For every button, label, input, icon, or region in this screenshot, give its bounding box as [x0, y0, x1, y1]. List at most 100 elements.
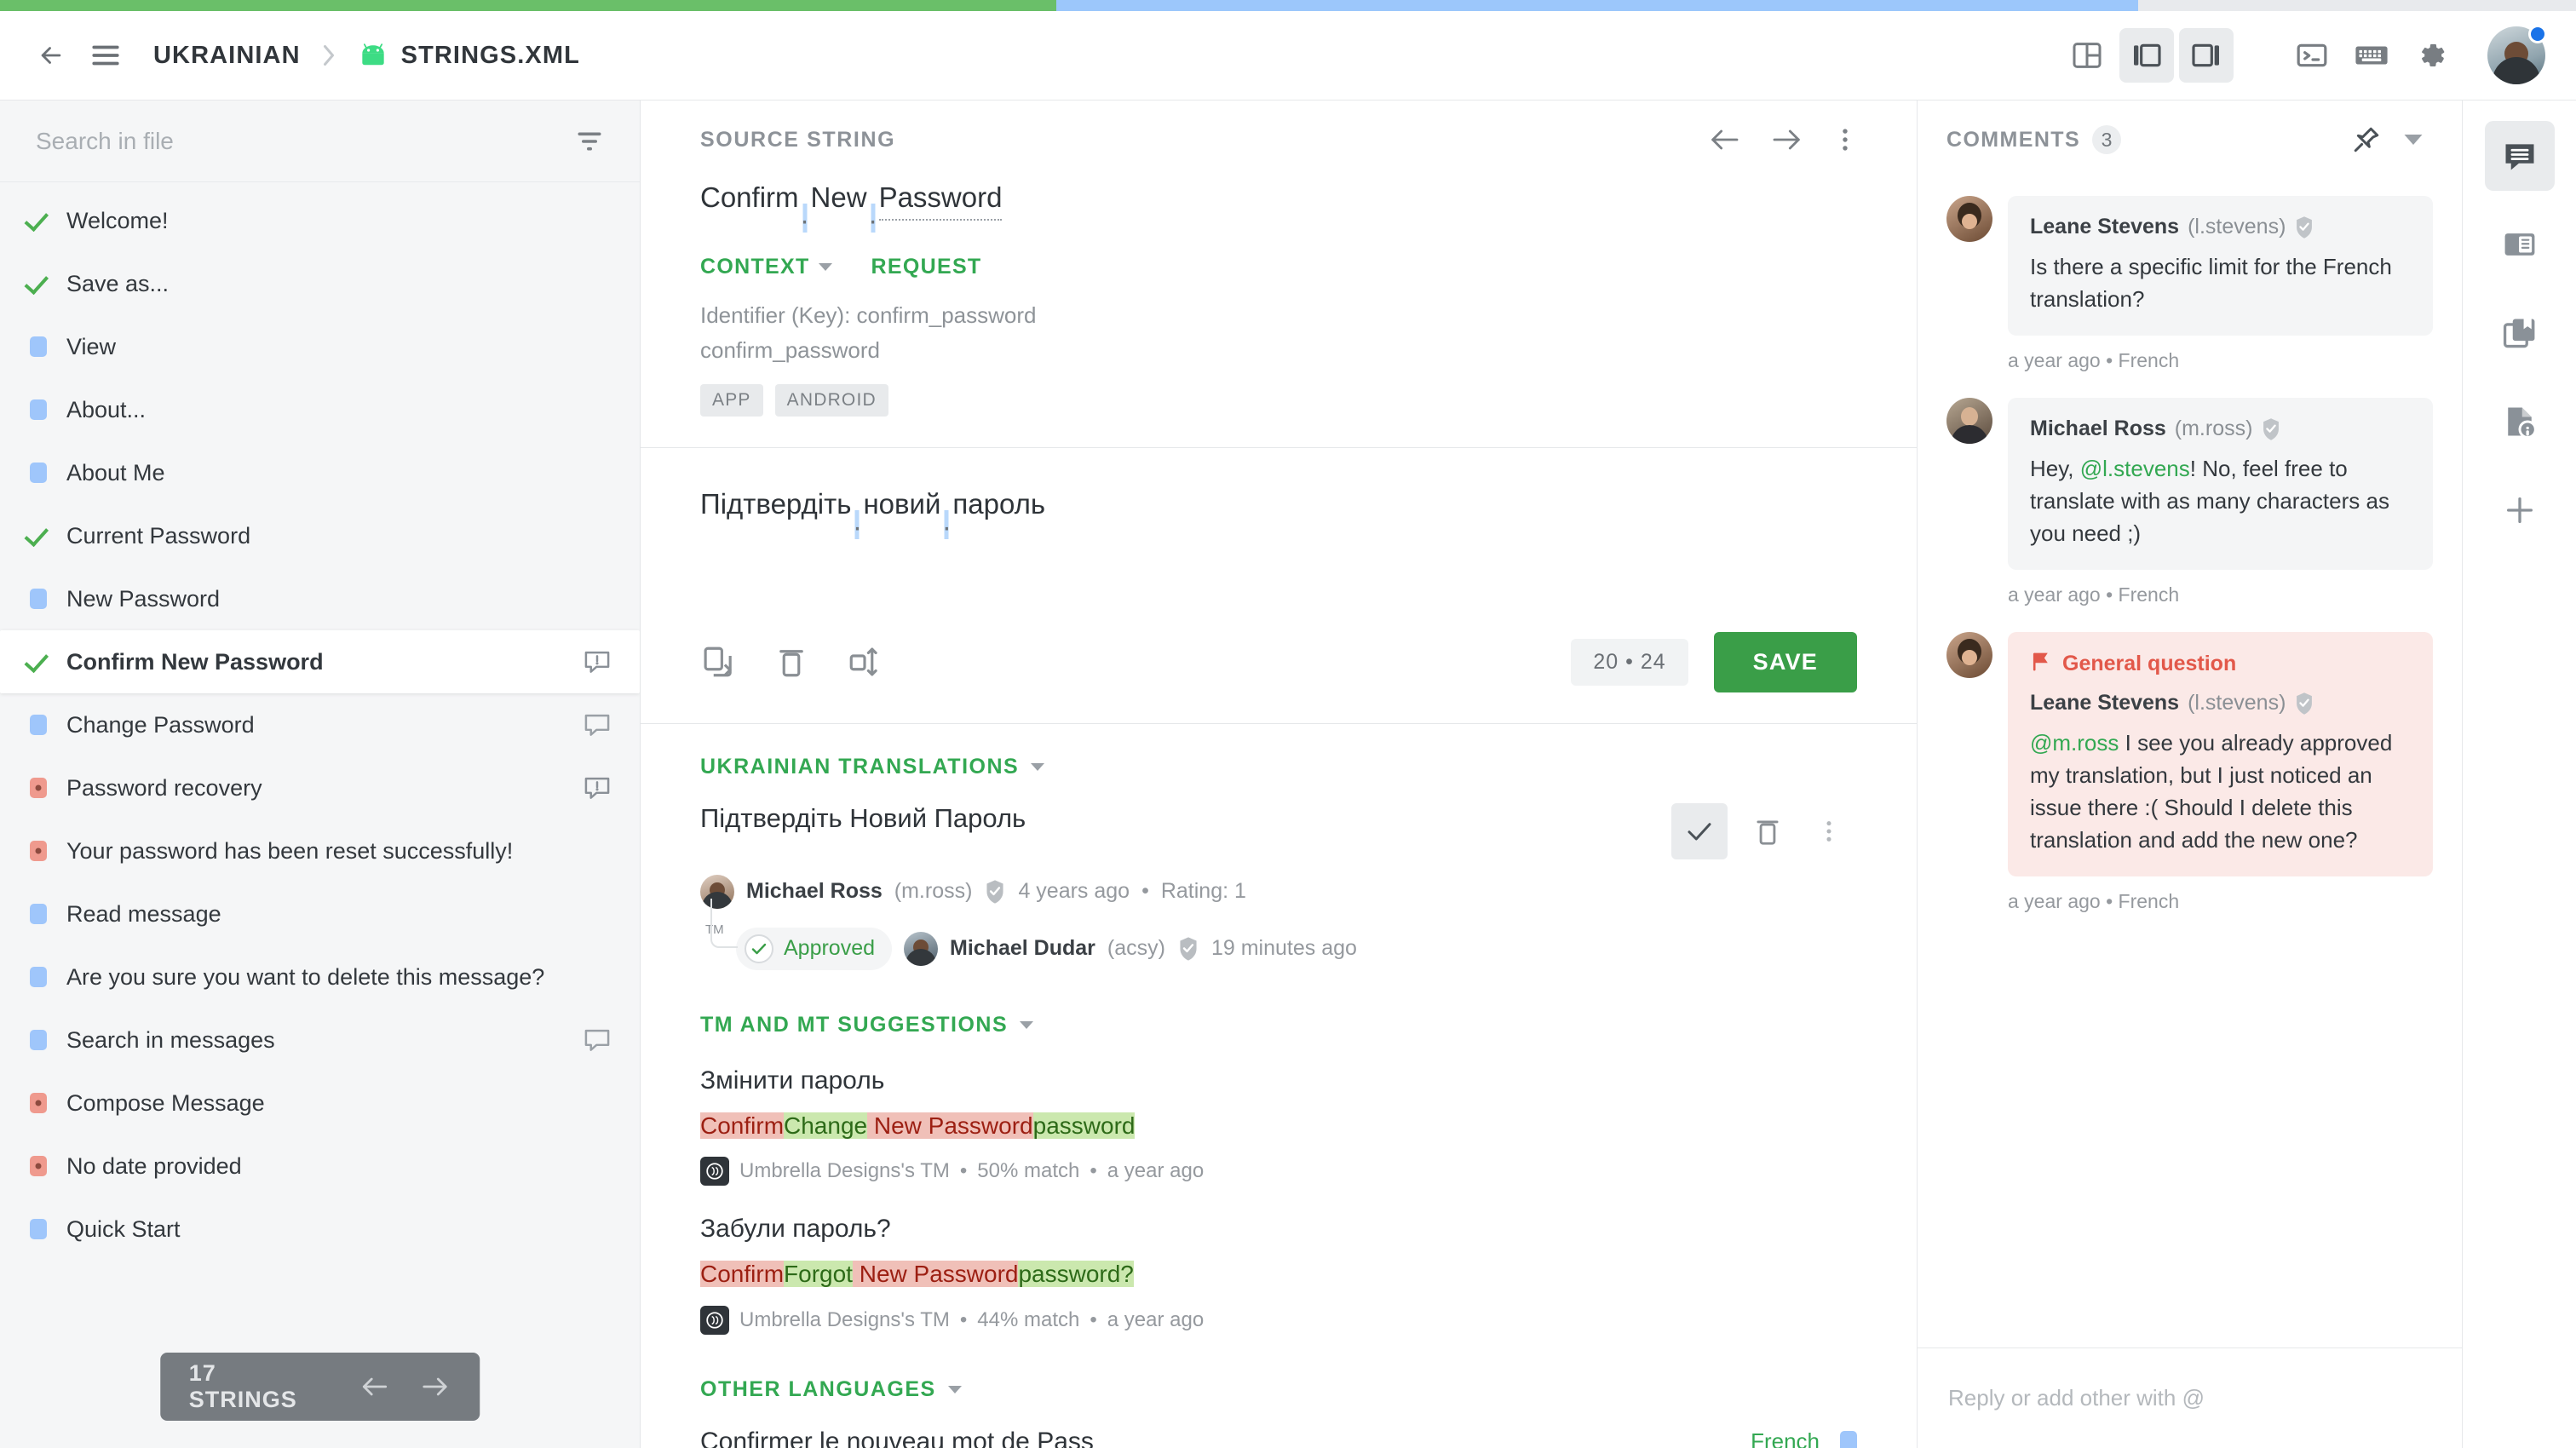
clear-icon[interactable]: [775, 644, 808, 680]
meta-separator: •: [1090, 1159, 1096, 1183]
verified-shield-icon: [2294, 692, 2314, 715]
previous-string-button[interactable]: [1707, 125, 1741, 154]
comments-list[interactable]: Leane Stevens(l.stevens)Is there a speci…: [1918, 179, 2462, 1347]
context-tab-context[interactable]: CONTEXT: [700, 255, 832, 279]
comment-author: Leane Stevens(l.stevens): [2030, 691, 2411, 715]
search-input[interactable]: [36, 128, 560, 155]
approval-time: 19 minutes ago: [1211, 936, 1357, 961]
string-list-item-label: About...: [66, 397, 611, 423]
terminal-icon[interactable]: [2285, 28, 2339, 83]
editor-scroll-area[interactable]: UKRAINIAN TRANSLATIONS Підтвердіть Новий…: [641, 724, 1917, 1448]
other-languages-list: Confirmer le nouveau mot de PassFrench: [641, 1402, 1917, 1448]
comments-header: COMMENTS 3: [1918, 101, 2462, 179]
copy-source-icon[interactable]: [700, 644, 736, 680]
string-list-item-label: View: [66, 334, 611, 360]
verified-shield-icon: [2261, 417, 2281, 441]
file-info-icon[interactable]: [2485, 387, 2555, 457]
approve-translation-button[interactable]: [1671, 803, 1728, 859]
text-segment: Підтвердіть: [700, 488, 851, 520]
screenshot-icon[interactable]: [2485, 210, 2555, 279]
gear-icon[interactable]: [2404, 28, 2458, 83]
string-list-item[interactable]: Your password has been reset successfull…: [0, 819, 640, 882]
context-tab-label: CONTEXT: [700, 255, 810, 279]
other-language-row[interactable]: Confirmer le nouveau mot de PassFrench: [641, 1402, 1917, 1448]
layout-sidebar-right-icon[interactable]: [2179, 28, 2234, 83]
comment-text: @m.ross I see you already approved my tr…: [2030, 727, 2411, 856]
breadcrumb-language[interactable]: UKRAINIAN: [153, 42, 301, 70]
glossary-book-icon[interactable]: [2485, 298, 2555, 368]
flag-icon: [2030, 651, 2052, 677]
string-list-item-label: Read message: [66, 901, 611, 928]
suggestion-item[interactable]: Змінити парольConfirmChange New Password…: [641, 1037, 1917, 1187]
suggestion-diff: ConfirmChange New Passwordpassword: [700, 1109, 1135, 1144]
mention-link[interactable]: @l.stevens: [2080, 456, 2190, 481]
hamburger-menu-button[interactable]: [78, 28, 133, 83]
diff-insert: Forgot: [784, 1261, 853, 1287]
comment-issue-icon[interactable]: [584, 649, 611, 675]
string-list-item[interactable]: About...: [0, 378, 640, 441]
other-languages-group-header[interactable]: OTHER LANGUAGES: [641, 1335, 1917, 1402]
string-list-item[interactable]: Confirm New Password: [0, 630, 640, 693]
string-list-item[interactable]: About Me: [0, 441, 640, 504]
status-untranslated-icon: [19, 894, 58, 934]
editor-center-panel: SOURCE STRING ConfirmNewPassword CONTEXT…: [641, 101, 1917, 1448]
delete-translation-button[interactable]: [1739, 803, 1796, 859]
translations-group-header[interactable]: UKRAINIAN TRANSLATIONS: [641, 724, 1917, 779]
source-tags: APPANDROID: [700, 384, 1857, 417]
avatar[interactable]: [2487, 26, 2545, 84]
string-list-item[interactable]: New Password: [0, 567, 640, 630]
mention-link[interactable]: @m.ross: [2030, 730, 2119, 756]
string-list-item[interactable]: Search in messages: [0, 1008, 640, 1072]
next-string-button[interactable]: [1770, 125, 1804, 154]
string-list-item[interactable]: Password recovery: [0, 756, 640, 819]
string-list-item[interactable]: Quick Start: [0, 1198, 640, 1261]
translation-input[interactable]: Підтвердітьновийпароль: [700, 486, 1857, 596]
string-list-item[interactable]: View: [0, 315, 640, 378]
comment-icon[interactable]: [584, 712, 611, 738]
comment-reply-input[interactable]: [1948, 1385, 2431, 1411]
string-list-item[interactable]: No date provided: [0, 1135, 640, 1198]
comments-title: COMMENTS: [1946, 128, 2080, 152]
text-segment: Confirm: [700, 179, 799, 217]
compare-icon[interactable]: [847, 644, 883, 680]
comments-panel: COMMENTS 3 Leane Stevens(l.stevens)Is th…: [1917, 101, 2462, 1448]
plus-icon[interactable]: [2485, 475, 2555, 545]
layout-center-icon[interactable]: [2119, 28, 2174, 83]
right-rail: [2462, 101, 2576, 1448]
suggestion-match: 44% match: [977, 1308, 1079, 1332]
string-list-item[interactable]: Save as...: [0, 252, 640, 315]
keyboard-icon[interactable]: [2344, 28, 2399, 83]
string-list-item[interactable]: Welcome!: [0, 189, 640, 252]
comments-icon[interactable]: [2485, 121, 2555, 191]
comment-text: Hey, @l.stevens! No, feel free to transl…: [2030, 453, 2411, 549]
pager-next-button[interactable]: [420, 1374, 451, 1399]
comment-icon[interactable]: [584, 1027, 611, 1053]
filter-icon[interactable]: [575, 129, 604, 154]
save-button[interactable]: SAVE: [1714, 632, 1857, 692]
translation-more-options-button[interactable]: [1801, 803, 1857, 859]
status-error-icon: [19, 768, 58, 807]
string-list-item[interactable]: Are you sure you want to delete this mes…: [0, 945, 640, 1008]
comment-bubble: General questionLeane Stevens(l.stevens)…: [2008, 632, 2433, 876]
layout-sidebar-left-icon[interactable]: [2060, 28, 2114, 83]
translation-time: 4 years ago: [1018, 879, 1130, 904]
suggestion-item[interactable]: Забули пароль?ConfirmForgot New Password…: [641, 1186, 1917, 1335]
string-list-item[interactable]: Read message: [0, 882, 640, 945]
string-list-item[interactable]: Compose Message: [0, 1072, 640, 1135]
comment-author: Leane Stevens(l.stevens): [2030, 215, 2411, 239]
pager-prev-button[interactable]: [359, 1374, 389, 1399]
pin-icon[interactable]: [2339, 112, 2394, 167]
context-tab-request[interactable]: REQUEST: [871, 255, 982, 279]
comment-text-segment: Hey,: [2030, 456, 2080, 481]
suggestions-group-header[interactable]: TM AND MT SUGGESTIONS: [641, 970, 1917, 1037]
comments-filter-dropdown[interactable]: [2394, 112, 2433, 167]
comment-author-name: Michael Ross: [2030, 417, 2166, 441]
string-list-item[interactable]: Current Password: [0, 504, 640, 567]
string-list-item[interactable]: Change Password: [0, 693, 640, 756]
back-button[interactable]: [24, 28, 78, 83]
string-list-item-label: New Password: [66, 586, 611, 612]
breadcrumb-file[interactable]: STRINGS.XML: [401, 42, 580, 70]
check-circle-icon: [745, 934, 773, 963]
comment-issue-icon[interactable]: [584, 775, 611, 801]
source-more-options-button[interactable]: [1833, 125, 1857, 154]
